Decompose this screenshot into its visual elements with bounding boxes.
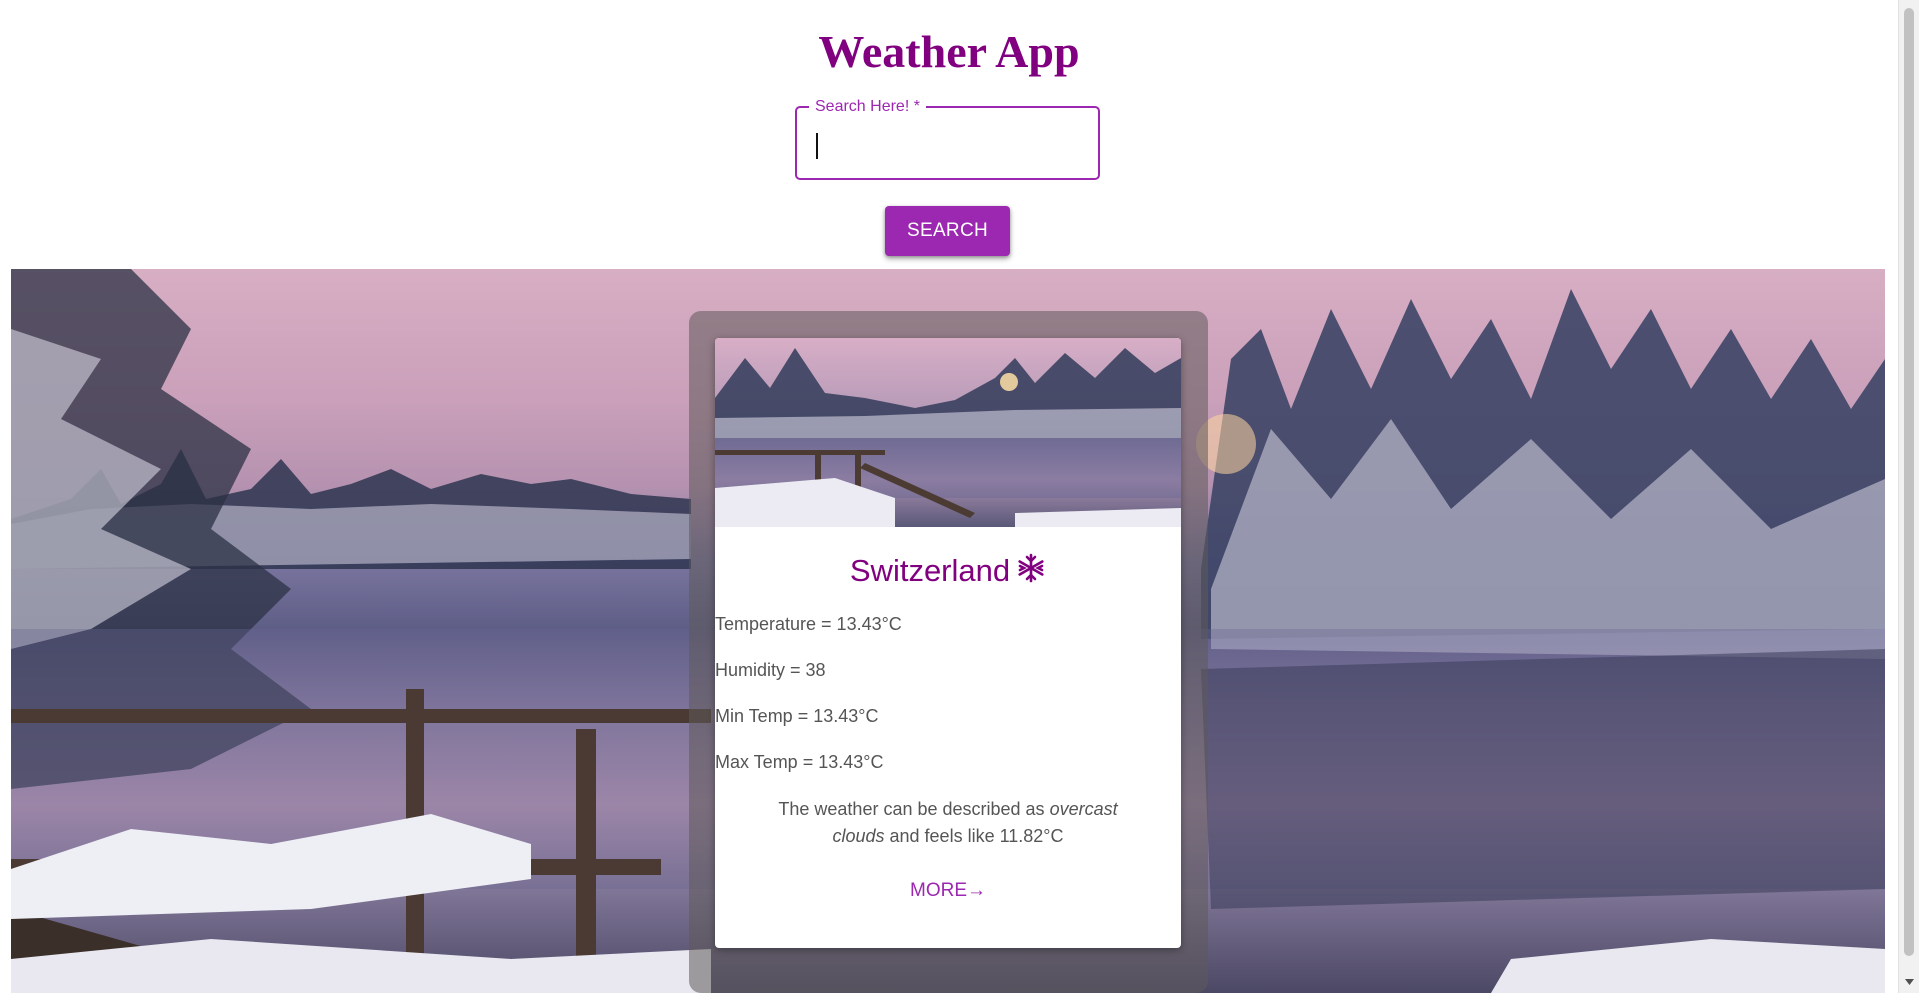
weather-card: Switzerland — [715, 338, 1181, 948]
vertical-scrollbar[interactable] — [1898, 0, 1919, 993]
page: Weather App Search Here! * SEARCH Switze… — [0, 0, 1898, 993]
humidity-text: Humidity = 38 — [715, 660, 826, 680]
search-field[interactable]: Search Here! * — [795, 97, 1100, 180]
max-temp-text: Max Temp = 13.43°C — [715, 752, 884, 772]
card-landscape-image — [715, 338, 1181, 527]
weather-description: The weather can be described as overcast… — [755, 796, 1141, 850]
search-input[interactable] — [811, 124, 1085, 162]
description-suffix: and feels like 11.82°C — [884, 826, 1064, 846]
search-label: Search Here! * — [809, 97, 926, 117]
city-name: Switzerland — [849, 553, 1011, 588]
temperature-text: Temperature = 13.43°C — [715, 614, 902, 634]
description-prefix: The weather can be described as — [778, 799, 1050, 819]
scrollbar-thumb[interactable] — [1904, 8, 1914, 956]
more-link[interactable]: MORE→ — [715, 879, 1181, 903]
scroll-down-arrow-icon[interactable] — [1903, 975, 1916, 988]
snowflake-icon — [1018, 553, 1044, 583]
min-temp-text: Min Temp = 13.43°C — [715, 706, 879, 726]
app-title: Weather App — [818, 26, 1080, 77]
text-caret — [816, 133, 818, 159]
search-button[interactable]: SEARCH — [885, 206, 1010, 256]
city-heading: Switzerland — [715, 551, 1181, 591]
